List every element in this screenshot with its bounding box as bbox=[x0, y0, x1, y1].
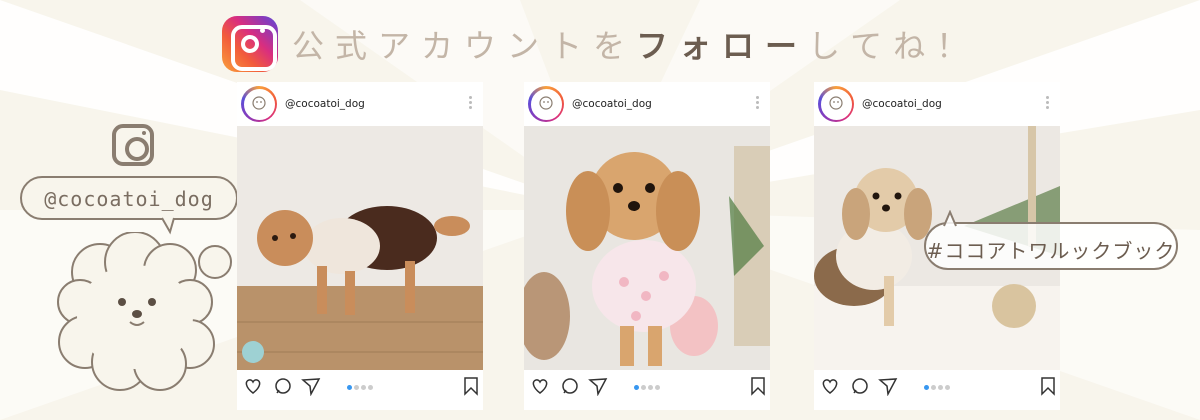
post-photo bbox=[237, 126, 483, 370]
post-actions bbox=[814, 376, 1060, 400]
username[interactable]: @cocoatoi_dog bbox=[285, 98, 365, 110]
bookmark-icon[interactable] bbox=[463, 376, 479, 396]
post-header: @cocoatoi_dog bbox=[814, 82, 1060, 126]
account-handle: @cocoatoi_dog bbox=[44, 187, 214, 211]
carousel-indicator bbox=[924, 385, 950, 390]
header: 公式アカウントをフォローしてね！ bbox=[222, 16, 979, 72]
share-icon[interactable] bbox=[588, 376, 608, 396]
avatar[interactable] bbox=[528, 86, 564, 122]
poodle-illustration bbox=[57, 232, 232, 391]
avatar[interactable] bbox=[241, 86, 277, 122]
comment-icon[interactable] bbox=[273, 376, 293, 396]
more-options-icon[interactable] bbox=[1046, 96, 1050, 111]
post-header: @cocoatoi_dog bbox=[524, 82, 770, 126]
bookmark-icon[interactable] bbox=[1040, 376, 1056, 396]
heart-icon[interactable] bbox=[243, 376, 263, 396]
post-actions bbox=[237, 376, 483, 400]
heart-icon[interactable] bbox=[530, 376, 550, 396]
share-icon[interactable] bbox=[301, 376, 321, 396]
title-part-3: してね！ bbox=[808, 27, 980, 65]
instagram-post[interactable]: @cocoatoi_dog bbox=[524, 82, 770, 410]
avatar[interactable] bbox=[818, 86, 854, 122]
handle-bubble[interactable]: @cocoatoi_dog bbox=[20, 176, 238, 235]
comment-icon[interactable] bbox=[560, 376, 580, 396]
title-follow: フォロー bbox=[636, 27, 809, 65]
heart-icon[interactable] bbox=[820, 376, 840, 396]
dog-icon bbox=[829, 96, 843, 110]
post-photo bbox=[524, 126, 770, 370]
instagram-post[interactable]: @cocoatoi_dog bbox=[237, 82, 483, 410]
username[interactable]: @cocoatoi_dog bbox=[572, 98, 652, 110]
bookmark-icon[interactable] bbox=[750, 376, 766, 396]
comment-icon[interactable] bbox=[850, 376, 870, 396]
page-title: 公式アカウントをフォローしてね！ bbox=[292, 21, 979, 67]
more-options-icon[interactable] bbox=[756, 96, 760, 111]
carousel-indicator bbox=[634, 385, 660, 390]
hashtag-bubble[interactable]: #ココアトワルックブック bbox=[924, 210, 1178, 270]
bubble-tail bbox=[943, 210, 957, 227]
title-part-1: 公式アカウントを bbox=[292, 27, 637, 65]
instagram-icon[interactable] bbox=[222, 16, 278, 72]
dog-icon bbox=[539, 96, 553, 110]
share-icon[interactable] bbox=[878, 376, 898, 396]
post-header: @cocoatoi_dog bbox=[237, 82, 483, 126]
post-actions bbox=[524, 376, 770, 400]
carousel-indicator bbox=[347, 385, 373, 390]
instagram-icon[interactable] bbox=[112, 124, 154, 166]
more-options-icon[interactable] bbox=[469, 96, 473, 111]
username[interactable]: @cocoatoi_dog bbox=[862, 98, 942, 110]
hashtag-text: #ココアトワルックブック bbox=[926, 239, 1176, 263]
dog-icon bbox=[252, 96, 266, 110]
